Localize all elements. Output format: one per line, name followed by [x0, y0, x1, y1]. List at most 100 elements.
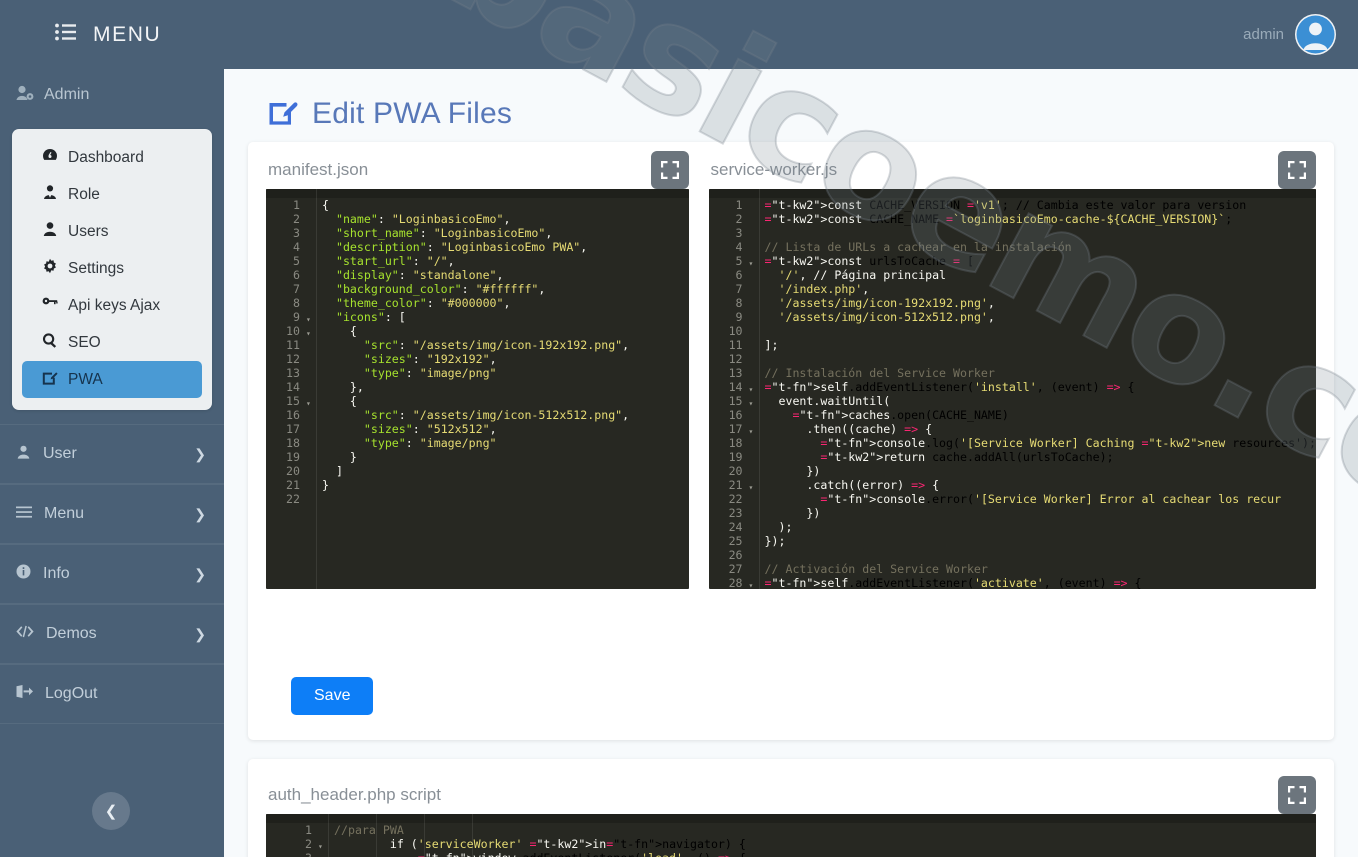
menu-toggle-button[interactable]: MENU: [55, 23, 161, 47]
fold-toggle[interactable]: [306, 338, 316, 352]
sidebar-item-dashboard[interactable]: Dashboard: [22, 139, 202, 176]
fold-toggle[interactable]: [749, 534, 759, 548]
code-line: 14 },: [266, 380, 689, 394]
fold-toggle[interactable]: ▾: [318, 851, 328, 857]
line-number: 19: [728, 450, 743, 464]
code-text: //para PWA: [334, 823, 404, 837]
fold-toggle[interactable]: [749, 464, 759, 478]
code-text: });: [764, 534, 786, 548]
code-line: 10: [709, 324, 1316, 338]
fold-toggle[interactable]: [306, 254, 316, 268]
fold-toggle[interactable]: [749, 296, 759, 310]
sidebar-group-info[interactable]: Info ❯: [0, 544, 224, 604]
line-number: 11: [728, 338, 743, 352]
user-avatar-icon[interactable]: [1295, 14, 1336, 55]
fold-toggle[interactable]: [306, 450, 316, 464]
sidebar-item-api-keys-ajax[interactable]: Api keys Ajax: [22, 287, 202, 324]
fold-toggle[interactable]: [749, 352, 759, 366]
fold-toggle[interactable]: [749, 408, 759, 422]
sidebar-item-role[interactable]: Role: [22, 176, 202, 213]
fold-toggle[interactable]: ▾: [749, 254, 759, 268]
fold-toggle[interactable]: [306, 422, 316, 436]
fold-toggle[interactable]: ▾: [749, 422, 759, 436]
fold-toggle[interactable]: [306, 282, 316, 296]
sidebar-collapse-button[interactable]: ❮: [92, 792, 130, 830]
fold-toggle[interactable]: [306, 366, 316, 380]
save-button[interactable]: Save: [291, 677, 374, 715]
sidebar-group-demos[interactable]: Demos ❯: [0, 604, 224, 664]
fold-toggle[interactable]: ▾: [749, 478, 759, 492]
fold-toggle[interactable]: ▾: [749, 380, 759, 394]
fold-toggle[interactable]: ▾: [749, 576, 759, 589]
fold-toggle[interactable]: [306, 352, 316, 366]
fold-toggle[interactable]: [306, 478, 316, 492]
fold-toggle[interactable]: ▾: [306, 394, 316, 408]
sidebar-group-user[interactable]: User ❯: [0, 424, 224, 484]
fold-toggle[interactable]: [749, 506, 759, 520]
sidebar-group-menu[interactable]: Menu ❯: [0, 484, 224, 544]
fold-toggle[interactable]: [749, 240, 759, 254]
code-line: 28 ▾ ="t-fn">self .addEventListener('activa…: [709, 576, 1316, 589]
list-icon: [55, 23, 77, 46]
fold-toggle[interactable]: [306, 212, 316, 226]
user-menu[interactable]: admin: [1243, 14, 1336, 55]
code-editor-manifest[interactable]: 1{2 "name": "LoginbasicoEmo", 3 "short_na…: [266, 189, 689, 589]
fold-toggle[interactable]: [749, 226, 759, 240]
fold-toggle[interactable]: ▾: [306, 310, 316, 324]
chevron-right-icon: ❯: [194, 565, 206, 582]
expand-icon[interactable]: [1278, 151, 1316, 189]
code-line: 13 // Instalación del Service Worker: [709, 366, 1316, 380]
fold-toggle[interactable]: [749, 548, 759, 562]
fold-toggle[interactable]: [318, 823, 328, 837]
fold-toggle[interactable]: [749, 338, 759, 352]
sidebar-item-pwa[interactable]: PWA: [22, 361, 202, 398]
sidebar-group-logout[interactable]: LogOut: [0, 664, 224, 724]
code-line: 27 // Activación del Service Worker: [709, 562, 1316, 576]
fold-toggle[interactable]: [749, 324, 759, 338]
fold-toggle[interactable]: [749, 268, 759, 282]
sidebar-group-label: Info: [43, 565, 70, 582]
fold-toggle[interactable]: [306, 380, 316, 394]
code-line: 12: [709, 352, 1316, 366]
fold-toggle[interactable]: [749, 282, 759, 296]
fold-toggle[interactable]: ▾: [318, 837, 328, 851]
line-number: 20: [728, 464, 743, 478]
fold-toggle[interactable]: [306, 240, 316, 254]
fold-toggle[interactable]: [306, 464, 316, 478]
expand-icon[interactable]: [650, 151, 689, 189]
line-number: 21: [286, 478, 300, 492]
code-text: ="t-fn">console: [820, 492, 926, 506]
code-line: 21}: [266, 478, 689, 492]
fold-toggle[interactable]: [749, 310, 759, 324]
fold-toggle[interactable]: [749, 520, 759, 534]
fold-toggle[interactable]: [306, 268, 316, 282]
fold-toggle[interactable]: [749, 436, 759, 450]
line-number: 15: [286, 394, 300, 408]
code-editor-service-worker[interactable]: 1 ="t-kw2">const CACHE_VERSION = 'v1'; //…: [708, 189, 1316, 589]
code-line: 13 "type": "image/png": [266, 366, 689, 380]
expand-icon[interactable]: [1278, 776, 1316, 814]
line-number: 17: [286, 422, 300, 436]
fold-toggle[interactable]: [306, 296, 316, 310]
gear-icon: [42, 258, 58, 279]
sidebar-item-users[interactable]: Users: [22, 213, 202, 250]
fold-toggle[interactable]: [749, 366, 759, 380]
fold-toggle[interactable]: [749, 492, 759, 506]
sidebar-item-settings[interactable]: Settings: [22, 250, 202, 287]
code-text: }): [764, 464, 821, 478]
fold-toggle[interactable]: [749, 450, 759, 464]
fold-toggle[interactable]: [306, 436, 316, 450]
fold-toggle[interactable]: ▾: [306, 324, 316, 338]
fold-toggle[interactable]: [749, 562, 759, 576]
fold-toggle[interactable]: [306, 492, 316, 506]
sidebar-item-seo[interactable]: SEO: [22, 324, 202, 361]
fold-toggle[interactable]: [306, 226, 316, 240]
sidebar-item-label: Users: [68, 222, 109, 240]
code-line: 26: [709, 548, 1316, 562]
fold-toggle[interactable]: [306, 198, 316, 212]
fold-toggle[interactable]: [306, 408, 316, 422]
fold-toggle[interactable]: [749, 212, 759, 226]
code-editor-auth-header[interactable]: 1 //para PWA 2 ▾ if ('serviceWorker' ="t-kw…: [266, 814, 1316, 857]
fold-toggle[interactable]: ▾: [749, 394, 759, 408]
fold-toggle[interactable]: [749, 198, 759, 212]
